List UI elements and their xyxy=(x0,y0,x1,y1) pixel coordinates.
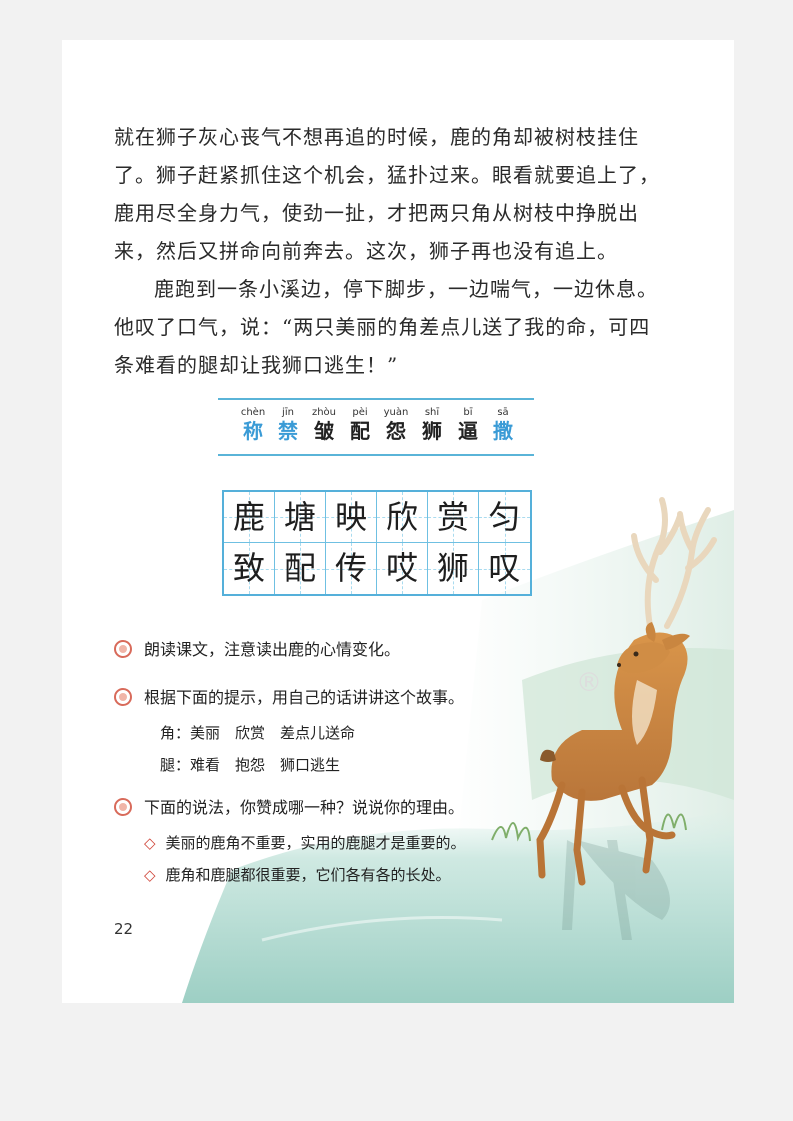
exercise-text: 朗读课文，注意读出鹿的心情变化。 xyxy=(144,640,401,659)
textbook-page: 就在狮子灰心丧气不想再追的时候，鹿的角却被树枝挂住 了。狮子赶紧抓住这个机会，猛… xyxy=(62,40,734,1003)
grid-cell: 传 xyxy=(326,543,377,594)
diamond-bullet-icon: ◇ xyxy=(144,866,156,884)
text-line: 了。狮子赶紧抓住这个机会，猛扑过来。眼看就要追上了， xyxy=(114,163,660,187)
pinyin-label: shī xyxy=(424,407,440,418)
seal-icon xyxy=(114,688,132,706)
grid-cell: 狮 xyxy=(428,543,479,594)
pinyin-label: chèn xyxy=(240,407,266,418)
registered-mark-icon: ® xyxy=(576,668,602,698)
exercise-1: 朗读课文，注意读出鹿的心情变化。 xyxy=(114,636,400,660)
pinyin-character: 配 xyxy=(350,419,370,443)
exercise-2: 根据下面的提示，用自己的话讲讲这个故事。 xyxy=(114,684,464,708)
pinyin-word: jīn 禁 xyxy=(271,406,305,443)
exercise-2-hint-leg: 腿：难看 抱怨 狮口逃生 xyxy=(160,756,341,774)
text-line: 他叹了口气，说：“两只美丽的角差点儿送了我的命，可四 xyxy=(114,315,651,339)
exercise-3-option-1: ◇ 美丽的鹿角不重要，实用的鹿腿才是重要的。 xyxy=(144,832,466,853)
pinyin-word: shī 狮 xyxy=(415,406,449,443)
pinyin-character: 怨 xyxy=(386,419,406,443)
story-paragraph-1: 就在狮子灰心丧气不想再追的时候，鹿的角却被树枝挂住 了。狮子赶紧抓住这个机会，猛… xyxy=(114,118,660,270)
grid-character: 哎 xyxy=(385,549,418,587)
seal-icon xyxy=(114,798,132,816)
grid-character: 狮 xyxy=(436,549,469,587)
grid-character: 配 xyxy=(283,549,316,587)
pinyin-character: 禁 xyxy=(278,419,298,443)
pinyin-label: yuàn xyxy=(383,407,409,418)
text-line: 条难看的腿却让我狮口逃生！” xyxy=(114,353,399,377)
story-paragraph-2: 鹿跑到一条小溪边，停下脚步，一边喘气，一边休息。 他叹了口气，说：“两只美丽的角… xyxy=(114,270,658,384)
character-writing-grid: 鹿 塘 映 欣 赏 匀 致 配 传 哎 狮 叹 xyxy=(222,490,532,596)
pinyin-word: yuàn 怨 xyxy=(379,406,413,443)
pinyin-character: 撒 xyxy=(493,419,513,443)
grid-character: 传 xyxy=(334,549,367,587)
grid-cell: 映 xyxy=(326,492,377,543)
grid-character: 叹 xyxy=(488,549,521,587)
pinyin-label: sā xyxy=(497,407,509,418)
exercise-text: 下面的说法，你赞成哪一种？说说你的理由。 xyxy=(144,798,465,817)
pinyin-character: 狮 xyxy=(422,419,442,443)
pinyin-word: zhòu 皱 xyxy=(307,406,341,443)
text-line: 鹿用尽全身力气，使劲一扯，才把两只角从树枝中挣脱出 xyxy=(114,201,639,225)
pinyin-label: bī xyxy=(463,407,473,418)
grid-character: 塘 xyxy=(283,498,316,536)
pinyin-word: sā 撒 xyxy=(486,406,520,443)
text-line: 来，然后又拼命向前奔去。这次，狮子再也没有追上。 xyxy=(114,239,618,263)
grid-character: 赏 xyxy=(436,498,469,536)
option-text: 鹿角和鹿腿都很重要，它们各有各的长处。 xyxy=(165,866,451,884)
grid-cell: 鹿 xyxy=(224,492,275,543)
exercise-3-option-2: ◇ 鹿角和鹿腿都很重要，它们各有各的长处。 xyxy=(144,864,451,885)
grid-character: 欣 xyxy=(385,498,418,536)
text-line: 就在狮子灰心丧气不想再追的时候，鹿的角却被树枝挂住 xyxy=(114,125,639,149)
diamond-bullet-icon: ◇ xyxy=(144,834,156,852)
grid-cell: 致 xyxy=(224,543,275,594)
pinyin-character-strip: chèn 称 jīn 禁 zhòu 皱 pèi 配 yuàn 怨 shī 狮 b… xyxy=(218,398,534,456)
exercise-text: 根据下面的提示，用自己的话讲讲这个故事。 xyxy=(144,688,465,707)
page-number: 22 xyxy=(114,920,134,938)
grid-character: 映 xyxy=(334,498,367,536)
pinyin-character: 皱 xyxy=(314,419,334,443)
pinyin-word: chèn 称 xyxy=(236,406,270,443)
pinyin-label: pèi xyxy=(352,407,368,418)
pinyin-word: pèi 配 xyxy=(343,406,377,443)
exercise-3: 下面的说法，你赞成哪一种？说说你的理由。 xyxy=(114,794,464,818)
pinyin-character: 称 xyxy=(243,419,263,443)
grid-cell: 配 xyxy=(275,543,326,594)
pinyin-label: jīn xyxy=(282,407,294,418)
grid-cell: 欣 xyxy=(377,492,428,543)
text-line: 鹿跑到一条小溪边，停下脚步，一边喘气，一边休息。 xyxy=(154,277,658,301)
grid-cell: 赏 xyxy=(428,492,479,543)
grid-character: 匀 xyxy=(488,498,521,536)
pinyin-character: 逼 xyxy=(458,419,478,443)
option-text: 美丽的鹿角不重要，实用的鹿腿才是重要的。 xyxy=(165,834,466,852)
grid-cell: 哎 xyxy=(377,543,428,594)
grid-cell: 匀 xyxy=(479,492,530,543)
grid-cell: 塘 xyxy=(275,492,326,543)
seal-icon xyxy=(114,640,132,658)
exercise-2-hint-horn: 角：美丽 欣赏 差点儿送命 xyxy=(160,724,356,742)
grid-character: 致 xyxy=(232,549,265,587)
grid-cell: 叹 xyxy=(479,543,530,594)
pinyin-label: zhòu xyxy=(311,407,337,418)
pinyin-word: bī 逼 xyxy=(451,406,485,443)
grid-character: 鹿 xyxy=(232,498,265,536)
